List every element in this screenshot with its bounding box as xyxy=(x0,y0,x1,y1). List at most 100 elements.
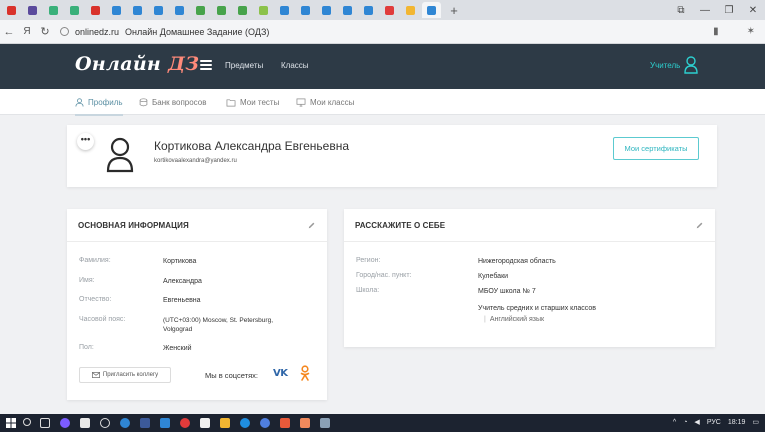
tab-profile[interactable]: Профиль xyxy=(75,89,123,116)
invite-colleague-button[interactable]: Пригласить коллегу xyxy=(79,367,171,383)
tab-icon xyxy=(301,5,310,15)
pencil-icon[interactable] xyxy=(695,221,704,230)
tab-icon xyxy=(406,5,415,15)
row-label: Город/нас. пункт: xyxy=(356,272,412,279)
yandex-icon[interactable]: Я xyxy=(18,26,36,37)
windows-taskbar: ^ ◔ ◀ РУС 18:19 ▭ xyxy=(0,414,765,432)
position-value: Учитель средних и старших классов xyxy=(478,305,596,312)
my-certificates-button[interactable]: Мои сертификаты xyxy=(613,137,699,160)
row-label: Фамилия: xyxy=(79,257,111,264)
search-icon[interactable] xyxy=(23,418,31,426)
browser-tab[interactable] xyxy=(212,2,231,18)
opera-icon[interactable] xyxy=(180,418,190,428)
system-tray: ^ ◔ ◀ РУС 18:19 ▭ xyxy=(673,418,759,427)
role-link[interactable]: Учитель xyxy=(650,61,680,70)
tab-icon xyxy=(196,5,205,15)
browser-tab[interactable] xyxy=(317,2,336,18)
browser-tab[interactable] xyxy=(107,2,126,18)
app-icon[interactable] xyxy=(160,418,170,428)
browser-tab[interactable] xyxy=(86,2,105,18)
clock[interactable]: 18:19 xyxy=(728,419,746,426)
mail-icon xyxy=(91,372,100,378)
site-logo[interactable]: Онлайн ДЗ xyxy=(75,53,199,75)
folder-icon[interactable] xyxy=(220,418,230,428)
avatar-icon xyxy=(106,137,134,173)
profile-card: ••• Кортикова Александра Евгеньевна kort… xyxy=(67,125,717,187)
site-icon xyxy=(28,5,37,15)
browser-tab[interactable] xyxy=(2,2,21,18)
app-icon[interactable] xyxy=(300,418,310,428)
app-icon[interactable] xyxy=(80,418,90,428)
url-domain[interactable]: onlinedz.ru xyxy=(75,27,119,37)
chevron-up-icon[interactable]: ^ xyxy=(673,419,676,426)
tab-icon xyxy=(217,5,226,15)
browser-tab[interactable] xyxy=(149,2,168,18)
restore-icon[interactable]: ❐ xyxy=(717,5,741,16)
tab-list-icon[interactable]: ⧉ xyxy=(669,5,693,16)
volume-icon[interactable]: ◀ xyxy=(694,418,699,426)
browser-tab[interactable] xyxy=(296,2,315,18)
tab-icon xyxy=(112,5,121,15)
language-indicator[interactable]: РУС xyxy=(707,419,721,426)
app-icon[interactable] xyxy=(60,418,70,428)
window-controls: ⧉ — ❐ ✕ xyxy=(669,0,765,20)
browser-tab[interactable] xyxy=(338,2,357,18)
browser-tab[interactable] xyxy=(254,2,273,18)
browser-tab[interactable] xyxy=(170,2,189,18)
profile-tabs: Профиль Банк вопросов Мои тесты Мои клас… xyxy=(0,89,765,116)
new-tab-icon[interactable]: + xyxy=(447,3,461,18)
app-icon[interactable] xyxy=(120,418,130,428)
task-view-icon[interactable] xyxy=(40,418,50,428)
tab-my-tests[interactable]: Мои тесты xyxy=(226,89,279,115)
browser-tab[interactable] xyxy=(233,2,252,18)
app-icon[interactable] xyxy=(260,418,270,428)
row-label: Часовой пояс: xyxy=(79,316,126,323)
back-icon[interactable]: ← xyxy=(0,26,18,38)
tab-question-bank[interactable]: Банк вопросов xyxy=(139,89,206,115)
notifications-icon[interactable]: ▭ xyxy=(752,418,759,426)
windows-start-icon[interactable] xyxy=(6,418,16,428)
browser-tab[interactable] xyxy=(65,2,84,18)
nav-classes[interactable]: Классы xyxy=(281,61,309,70)
browser-tab-strip: + xyxy=(0,0,765,20)
close-icon[interactable]: ✕ xyxy=(741,5,765,16)
minimize-icon[interactable]: — xyxy=(693,5,717,16)
browser-tab[interactable] xyxy=(275,2,294,18)
more-options-button[interactable]: ••• xyxy=(77,133,94,150)
edge-icon[interactable] xyxy=(240,418,250,428)
menu-icon[interactable] xyxy=(200,60,212,70)
row-value: Кулебаки xyxy=(478,273,509,280)
user-icon[interactable] xyxy=(684,56,698,74)
app-icon[interactable] xyxy=(200,418,210,428)
browser-tab[interactable] xyxy=(23,2,42,18)
browser-tab[interactable] xyxy=(422,2,441,18)
yandex-browser-icon[interactable] xyxy=(280,418,290,428)
app-icon[interactable] xyxy=(320,418,330,428)
bookmark-icon[interactable]: ▮ xyxy=(713,26,719,37)
app-icon[interactable] xyxy=(100,418,110,428)
profile-email: kortikovaalexandra@yandex.ru xyxy=(154,158,237,164)
row-label: Пол: xyxy=(79,344,94,351)
odnoklassniki-icon[interactable] xyxy=(300,365,310,382)
browser-tab[interactable] xyxy=(44,2,63,18)
tab-label: Мои классы xyxy=(310,97,355,107)
browser-tab[interactable] xyxy=(401,2,420,18)
tab-my-classes[interactable]: Мои классы xyxy=(296,89,354,115)
browser-tab[interactable] xyxy=(359,2,378,18)
site-info-icon[interactable] xyxy=(60,27,69,36)
page-title[interactable]: Онлайн Домашнее Задание (ОДЗ) xyxy=(125,27,269,37)
browser-tab[interactable] xyxy=(191,2,210,18)
tab-icon xyxy=(280,5,289,15)
row-label: Имя: xyxy=(79,277,95,284)
reload-icon[interactable]: ↻ xyxy=(36,25,54,38)
browser-tab[interactable] xyxy=(128,2,147,18)
app-icon[interactable] xyxy=(140,418,150,428)
nav-subjects[interactable]: Предметы xyxy=(225,61,263,70)
tab-icon xyxy=(238,5,247,15)
browser-tab[interactable] xyxy=(380,2,399,18)
pencil-icon[interactable] xyxy=(307,221,316,230)
vk-icon[interactable]: VK xyxy=(273,368,288,379)
extension-icon[interactable]: ✶ xyxy=(747,26,755,37)
network-icon[interactable]: ◔ xyxy=(683,419,687,426)
row-value: Александра xyxy=(163,278,202,285)
